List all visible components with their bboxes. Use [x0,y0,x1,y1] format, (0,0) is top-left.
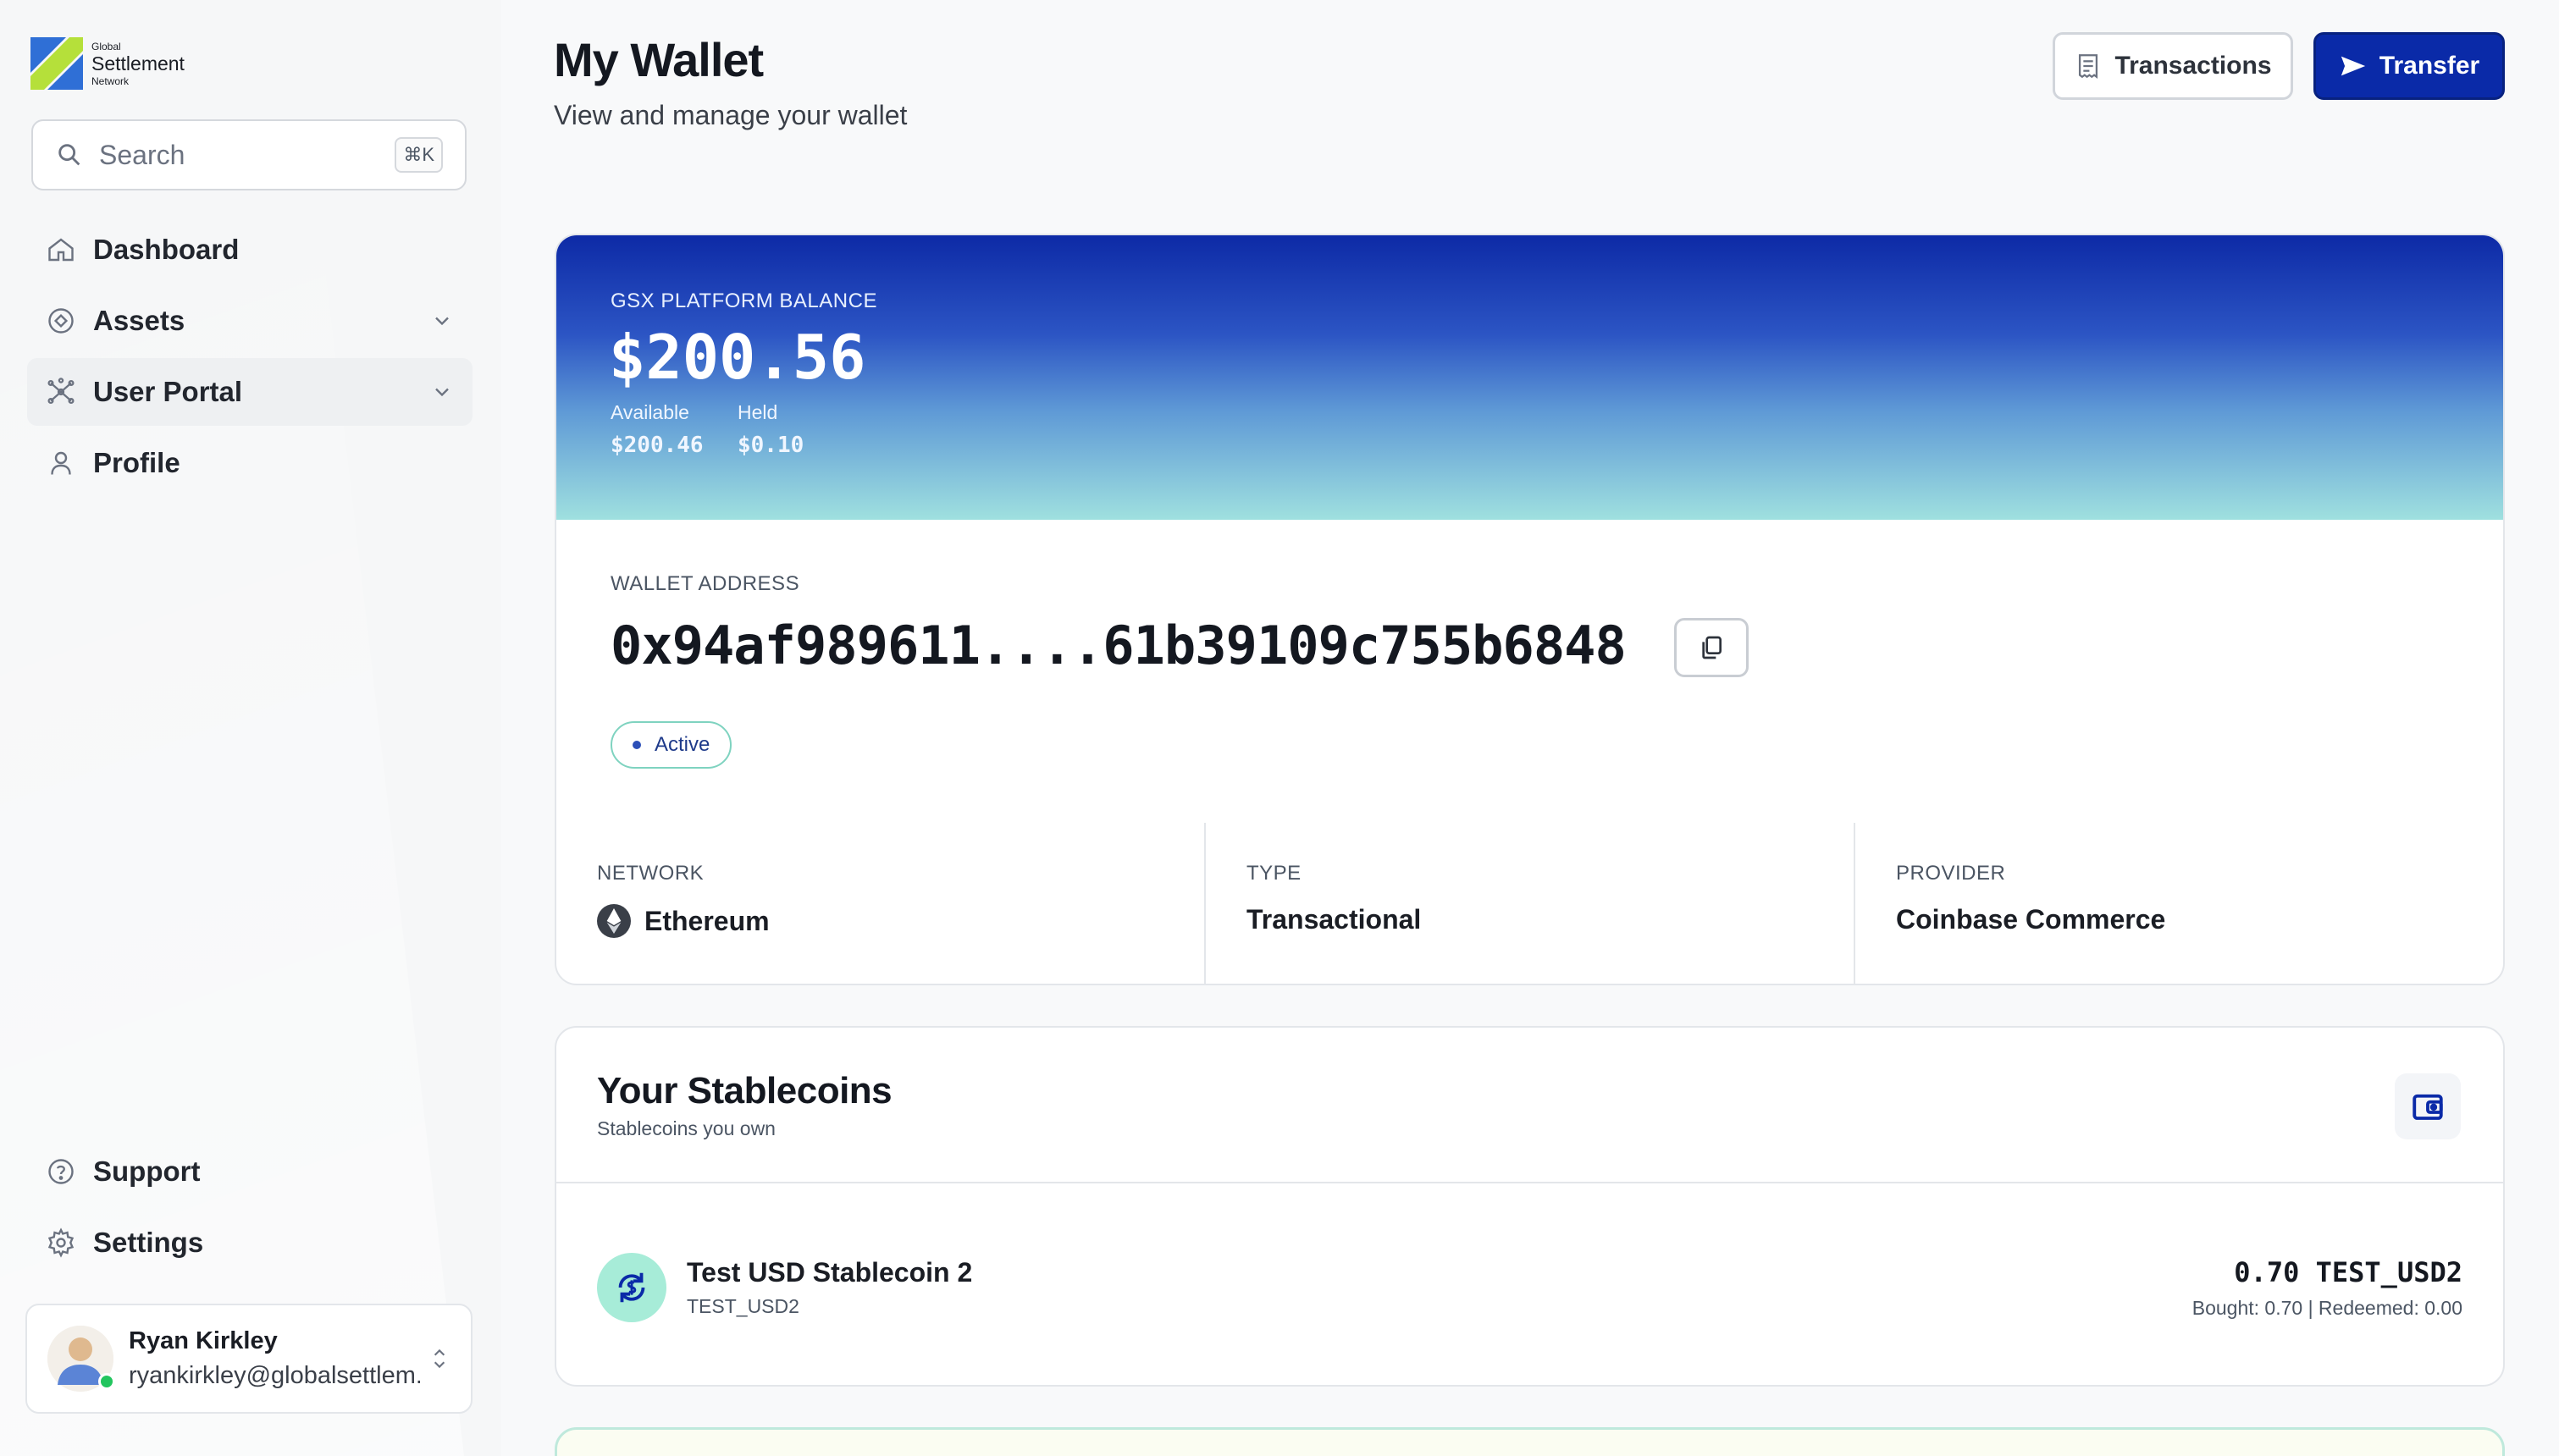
copy-icon [1702,636,1722,659]
search-icon [58,144,80,166]
chevron-down-icon [435,388,449,397]
transfer-button-label: Transfer [2379,52,2480,80]
user-menu[interactable]: Ryan Kirkley ryankirkley@globalsettlem..… [25,1304,473,1414]
online-status-dot [98,1373,115,1390]
provider-field: PROVIDER Coinbase Commerce [1855,823,2503,984]
sidebar-item-label: Profile [93,447,180,478]
sidebar-item-label: Settings [93,1227,204,1258]
sidebar-bottom-nav: Support Settings [27,1138,473,1280]
sidebar-item-label: User Portal [93,376,243,407]
wallet-card: GSX PLATFORM BALANCE $200.56 Available $… [555,234,2505,985]
brand-logo[interactable]: Global Settlement Network [30,37,185,90]
coin-amount: 0.70 TEST_USD2 [2234,1255,2462,1288]
status-dot [633,741,641,749]
coin-symbol: TEST_USD2 [687,1295,799,1317]
sidebar: Global Settlement Network Search ⌘K Dash… [0,0,501,1456]
wallet-icon-button[interactable] [2395,1073,2461,1139]
network-value: Ethereum [644,905,770,936]
balance-banner: GSX PLATFORM BALANCE $200.56 Available $… [556,235,2503,520]
sidebar-item-dashboard[interactable]: Dashboard [27,216,473,284]
type-field: TYPE Transactional [1206,823,1855,984]
receipt-icon [2079,54,2098,80]
avatar [47,1326,115,1392]
sidebar-item-label: Support [93,1155,201,1187]
status-badge: Active [611,721,732,769]
network-icon [47,378,75,405]
exchange-icon [618,1272,645,1303]
balance-label: GSX PLATFORM BALANCE [611,290,877,312]
search-input[interactable]: Search ⌘K [31,119,467,190]
assets-icon [48,308,74,334]
stablecoin-icon [597,1253,666,1322]
chevron-down-icon [435,317,449,326]
wallet-address: 0x94af989611....61b39109c755b6848 [611,615,1627,676]
logo-mark-icon [30,37,83,90]
sidebar-item-profile[interactable]: Profile [27,429,473,497]
brand-line1: Global [91,40,121,52]
sidebar-item-assets[interactable]: Assets [27,287,473,355]
network-label: NETWORK [597,862,705,885]
home-icon [48,238,74,262]
gear-icon [47,1227,75,1258]
divider [556,1182,2503,1183]
transactions-button-label: Transactions [2114,52,2272,80]
held-value: $0.10 [738,433,804,458]
sidebar-item-user-portal[interactable]: User Portal [27,358,473,426]
sidebar-item-settings[interactable]: Settings [27,1209,473,1277]
sidebar-item-label: Assets [93,305,185,336]
wallet-icon [2413,1094,2443,1120]
next-card [555,1427,2505,1456]
transfer-button[interactable]: Transfer [2313,32,2505,100]
held-balance: Held $0.10 [738,401,804,458]
coin-balance: 0.70 TEST_USD2 Bought: 0.70 | Redeemed: … [2192,1256,2462,1320]
held-label: Held [738,401,778,423]
sidebar-nav: Dashboard Assets User Portal Profile [27,216,473,500]
available-balance: Available $200.46 [611,401,704,458]
sidebar-item-support[interactable]: Support [27,1138,473,1205]
search-shortcut-badge: ⌘K [395,137,443,173]
transactions-button[interactable]: Transactions [2053,32,2293,100]
type-value: Transactional [1246,904,1422,935]
provider-value: Coinbase Commerce [1896,904,2166,935]
brand-line3: Network [91,74,130,87]
balance-amount: $200.56 [609,322,866,393]
provider-label: PROVIDER [1896,862,2006,885]
status-label: Active [655,733,710,756]
page-title: My Wallet [554,33,764,86]
type-label: TYPE [1246,862,1302,885]
list-item[interactable]: Test USD Stablecoin 2 TEST_USD2 0.70 TES… [597,1249,2462,1326]
user-email: ryankirkley@globalsettlem... [129,1362,420,1389]
coin-detail: Bought: 0.70 | Redeemed: 0.00 [2191,1296,2462,1319]
search-placeholder: Search [99,139,185,170]
ethereum-icon [597,904,631,938]
sidebar-item-label: Dashboard [93,234,240,265]
user-icon [51,451,71,475]
brand-line2: Settlement [91,52,185,74]
available-value: $200.46 [611,433,704,458]
coin-info: Test USD Stablecoin 2 TEST_USD2 [687,1257,972,1318]
send-icon [2341,56,2365,76]
stablecoins-card: Your Stablecoins Stablecoins you own Tes… [555,1026,2505,1387]
brand-name: Global Settlement Network [91,41,185,86]
stablecoins-subtitle: Stablecoins you own [597,1117,776,1139]
chevron-updown-icon [434,1348,445,1369]
network-field: NETWORK Ethereum [556,823,1206,984]
wallet-meta-row: NETWORK Ethereum TYPE Transactional PROV… [556,823,2503,984]
user-info: Ryan Kirkley ryankirkley@globalsettlem..… [129,1327,420,1390]
network-value-row: Ethereum [597,904,1163,938]
coin-name: Test USD Stablecoin 2 [687,1257,973,1288]
page-subtitle: View and manage your wallet [554,100,908,130]
wallet-address-label: WALLET ADDRESS [611,572,800,595]
help-icon [48,1159,74,1184]
stablecoins-title: Your Stablecoins [597,1070,893,1111]
user-name: Ryan Kirkley [129,1327,278,1354]
available-label: Available [611,401,689,423]
copy-address-button[interactable] [1674,618,1749,677]
